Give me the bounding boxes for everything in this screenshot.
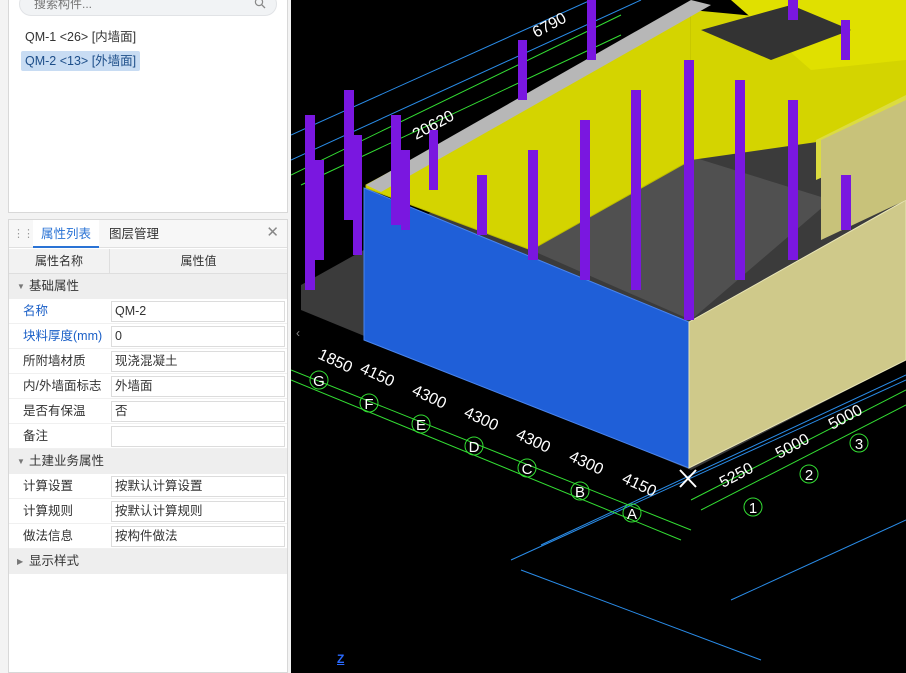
property-name: 计算规则 — [23, 504, 74, 518]
axis-label: B — [575, 484, 585, 501]
axis-label: 3 — [855, 436, 863, 453]
col-header-name: 属性名称 — [9, 249, 110, 274]
tab-property-list[interactable]: 属性列表 — [33, 220, 100, 248]
property-name: 所附墙材质 — [23, 354, 86, 368]
property-grid: 属性名称 属性值 ▼ 基础属性 名称 QM-2 块料厚度(mm) 0 所附墙材质 现浇混… — [9, 249, 287, 574]
group-basic[interactable]: ▼ 基础属性 — [9, 274, 287, 299]
property-row: 计算规则 按默认计算规则 — [9, 499, 287, 524]
group-title: 显示样式 — [29, 554, 80, 568]
property-value-input[interactable]: QM-2 — [111, 301, 285, 322]
axis-label: 1 — [749, 500, 757, 517]
property-row: 是否有保温 否 — [9, 399, 287, 424]
group-display[interactable]: ▶ 显示样式 — [9, 549, 287, 574]
collapse-icon[interactable]: ▼ — [17, 449, 25, 474]
dim-text: 5000 — [773, 431, 812, 463]
axis-label: G — [313, 373, 325, 390]
axis-label: F — [364, 396, 373, 413]
property-name: 是否有保温 — [23, 404, 86, 418]
property-value-input[interactable]: 0 — [111, 326, 285, 347]
property-row: 块料厚度(mm) 0 — [9, 324, 287, 349]
search-input[interactable] — [34, 0, 249, 12]
property-row: 所附墙材质 现浇混凝土 — [9, 349, 287, 374]
cursor-cross-icon — [679, 469, 697, 488]
property-row: 做法信息 按构件做法 — [9, 524, 287, 549]
axis-label: C — [522, 461, 533, 478]
3d-viewport[interactable]: 6790 20620 1850 4150 4300 4300 4300 4300… — [291, 0, 906, 673]
property-row: 名称 QM-2 — [9, 299, 287, 324]
axis-label: A — [627, 506, 637, 523]
property-name: 做法信息 — [23, 529, 74, 543]
dim-text: 4300 — [513, 426, 553, 456]
axis-label: D — [469, 439, 480, 456]
dim-text: 5250 — [717, 460, 756, 492]
collapse-icon[interactable]: ▼ — [17, 274, 25, 299]
axis-z-indicator: Z — [337, 652, 345, 666]
property-value-input[interactable] — [111, 426, 285, 447]
dim-text: 4300 — [461, 404, 501, 434]
dim-text: 4300 — [566, 448, 606, 478]
collapse-panel-icon[interactable]: ‹ — [291, 318, 305, 348]
group-title: 土建业务属性 — [29, 454, 105, 468]
expand-icon[interactable]: ▶ — [17, 549, 23, 574]
close-icon[interactable]: ✕ — [266, 224, 279, 242]
search-icon[interactable] — [254, 0, 266, 9]
search-box[interactable] — [19, 0, 277, 16]
property-panel: ⋮⋮ 属性列表 图层管理 ✕ 属性名称 属性值 ▼ 基础属性 名称 QM-2 块料厚… — [8, 219, 288, 673]
property-name: 块料厚度(mm) — [23, 329, 103, 343]
tab-layer-manager[interactable]: 图层管理 — [101, 220, 167, 248]
dim-text: 4150 — [619, 470, 659, 500]
col-header-value: 属性值 — [180, 254, 217, 268]
property-value-input[interactable]: 按默认计算规则 — [111, 501, 285, 522]
property-value-input[interactable]: 外墙面 — [111, 376, 285, 397]
property-value-input[interactable]: 否 — [111, 401, 285, 422]
building-model[interactable]: 6790 20620 1850 4150 4300 4300 4300 4300… — [291, 0, 906, 673]
drag-handle-icon[interactable]: ⋮⋮ — [13, 227, 34, 241]
property-row: 备注 — [9, 424, 287, 449]
left-panel: QM-1 <26> [内墙面] QM-2 <13> [外墙面] ⋮⋮ 属性列表 … — [0, 0, 291, 673]
property-row: 内/外墙面标志 外墙面 — [9, 374, 287, 399]
dim-text: 6790 — [530, 10, 569, 42]
tab-bar: ⋮⋮ 属性列表 图层管理 ✕ — [9, 220, 287, 248]
dim-text: 4150 — [357, 360, 397, 390]
property-name: 计算设置 — [23, 479, 74, 493]
property-row: 计算设置 按默认计算设置 — [9, 474, 287, 499]
property-name: 备注 — [23, 429, 49, 443]
component-item[interactable]: QM-1 <26> [内墙面] — [21, 27, 140, 47]
group-title: 基础属性 — [29, 279, 80, 293]
property-value-input[interactable]: 按构件做法 — [111, 526, 285, 547]
dim-text: 4300 — [409, 382, 449, 412]
property-name: 名称 — [23, 304, 49, 318]
property-name: 内/外墙面标志 — [23, 379, 102, 393]
component-list-panel: QM-1 <26> [内墙面] QM-2 <13> [外墙面] — [8, 0, 288, 213]
property-value-input[interactable]: 按默认计算设置 — [111, 476, 285, 497]
group-civil[interactable]: ▼ 土建业务属性 — [9, 449, 287, 474]
axis-label: E — [416, 417, 426, 434]
axis-label: 2 — [805, 467, 813, 484]
component-item-selected[interactable]: QM-2 <13> [外墙面] — [21, 51, 141, 71]
grid-header: 属性名称 属性值 — [9, 249, 287, 274]
property-value-input[interactable]: 现浇混凝土 — [111, 351, 285, 372]
